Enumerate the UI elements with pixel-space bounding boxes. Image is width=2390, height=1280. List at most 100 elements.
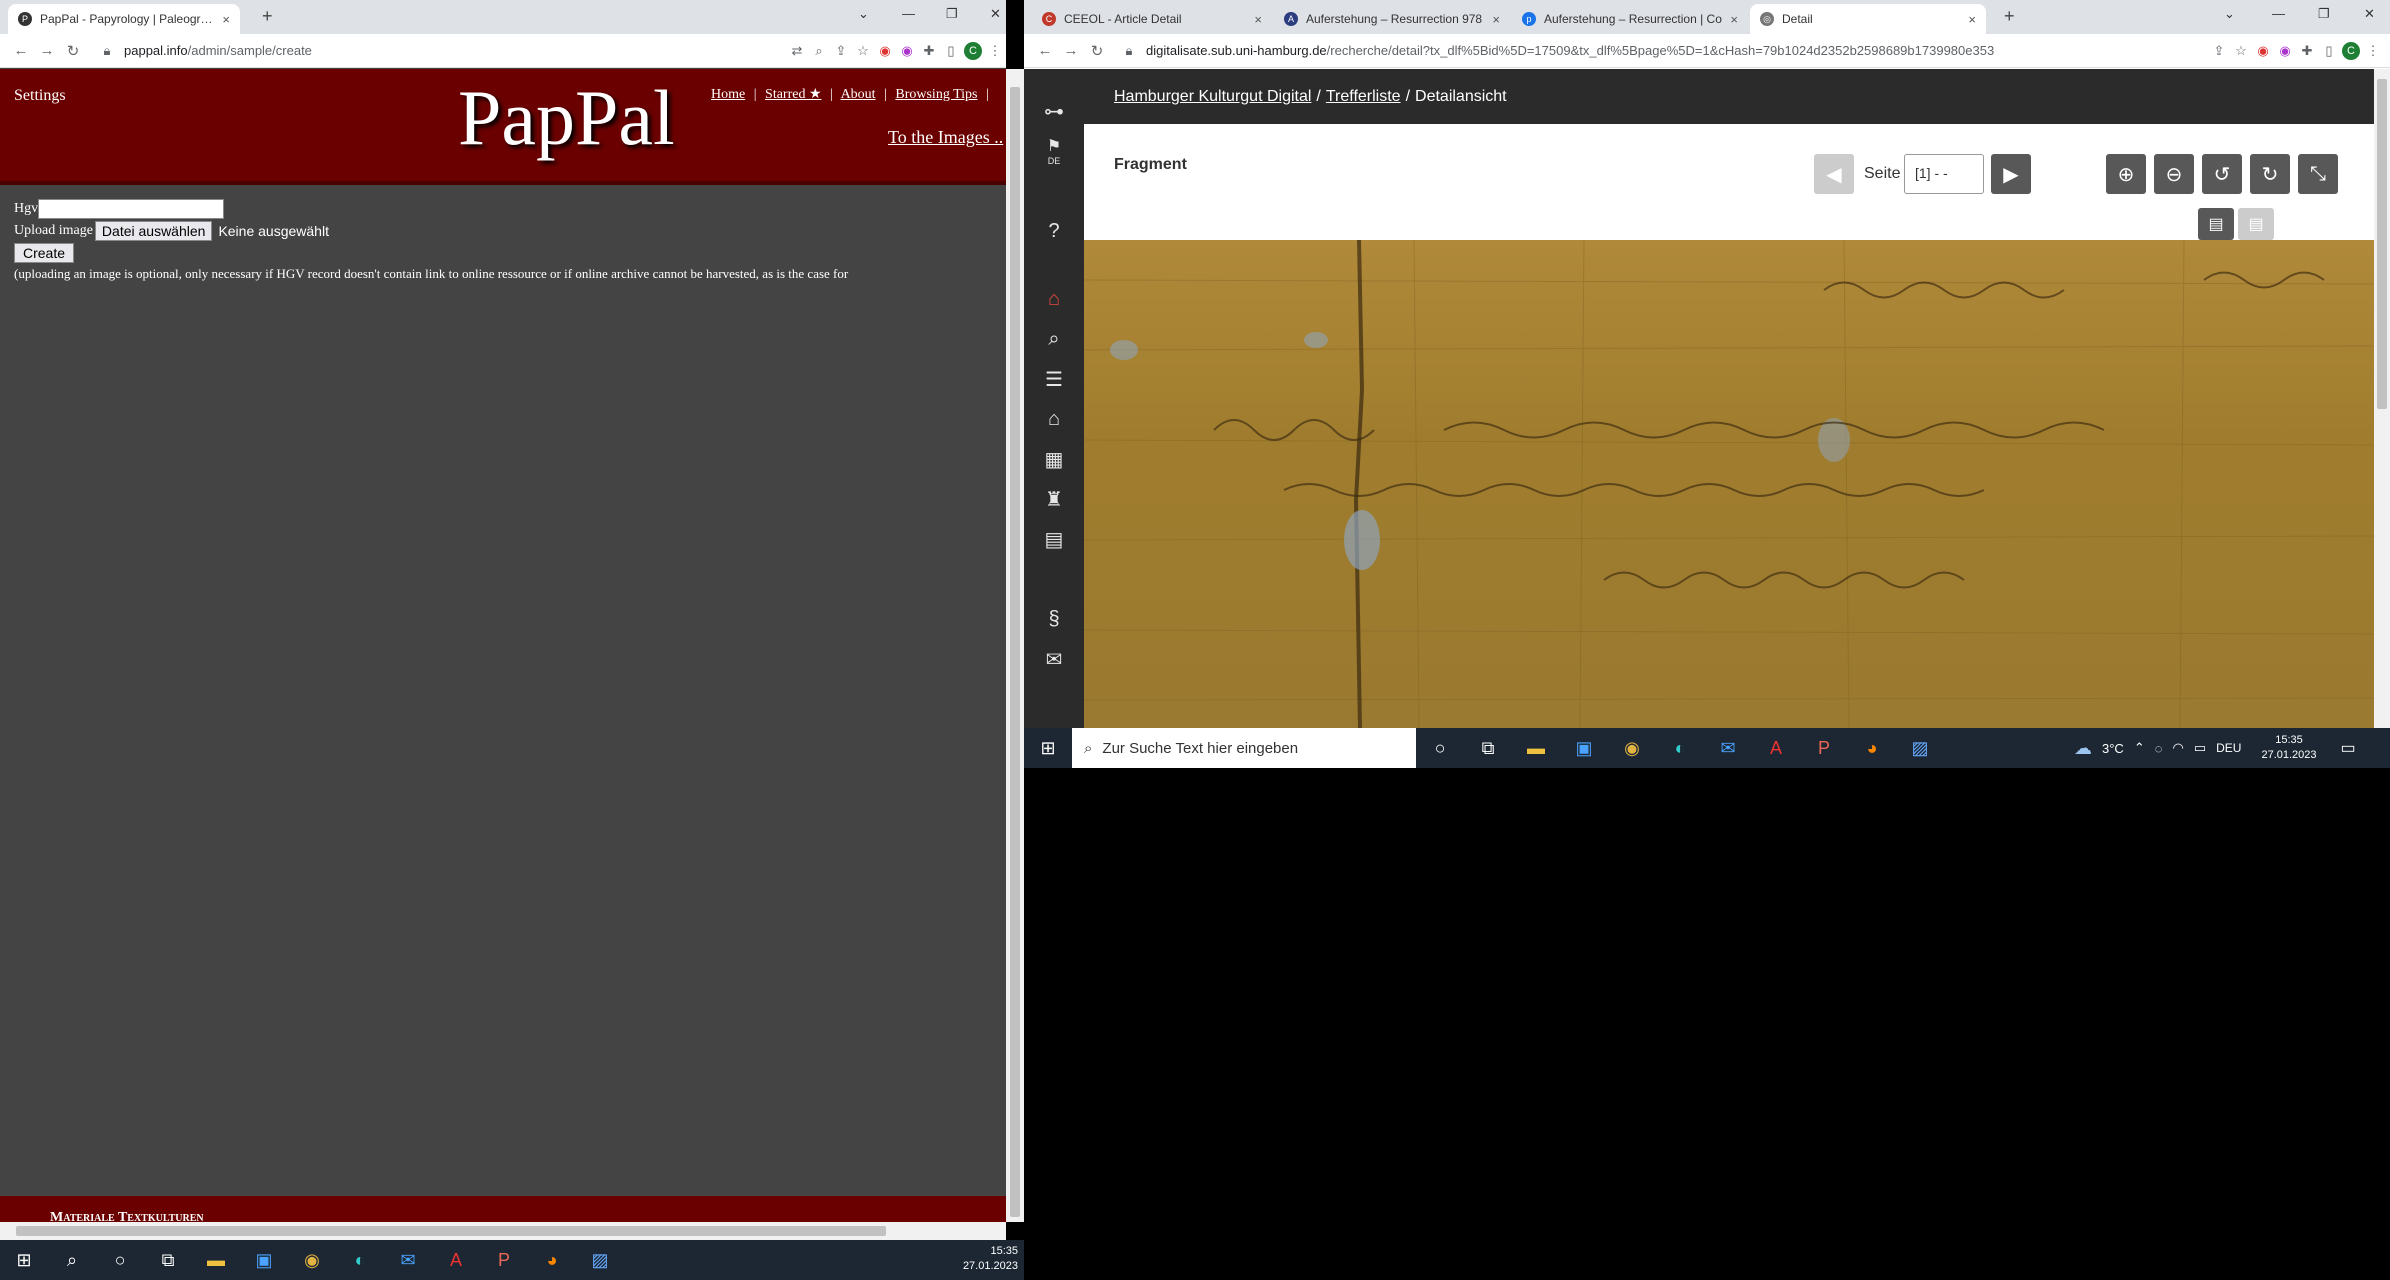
zoom-icon[interactable]: ⌕ bbox=[808, 43, 830, 59]
task-view-icon[interactable]: ⧉ bbox=[1464, 728, 1512, 768]
scroll-thumb[interactable] bbox=[16, 1226, 886, 1236]
chat-icon[interactable]: ☰ bbox=[1024, 359, 1084, 399]
viewer-vscroll-thumb[interactable] bbox=[2377, 79, 2387, 409]
explorer-icon[interactable]: ▬ bbox=[192, 1240, 240, 1280]
paragraph-icon[interactable]: § bbox=[1024, 599, 1084, 639]
url-field[interactable]: pappal.info/admin/sample/create bbox=[124, 43, 312, 58]
back-icon[interactable]: ← bbox=[1032, 42, 1058, 59]
weather-temp[interactable]: 3°C bbox=[2102, 741, 2124, 756]
sitemap-icon[interactable]: ⊶ bbox=[1024, 91, 1084, 131]
profile-avatar[interactable]: C bbox=[962, 41, 984, 60]
tab-auferstehung-1[interactable]: A Auferstehung – Resurrection 978 × bbox=[1274, 4, 1510, 34]
cortana-icon[interactable]: ○ bbox=[96, 1240, 144, 1280]
nav-about[interactable]: About bbox=[841, 87, 876, 102]
chrome-icon[interactable]: ◉ bbox=[288, 1240, 336, 1280]
acrobat-icon[interactable]: A bbox=[432, 1240, 480, 1280]
taskbar-search-box[interactable]: ⌕ Zur Suche Text hier eingeben bbox=[1072, 728, 1416, 768]
sidepanel-icon[interactable]: ▯ bbox=[2318, 43, 2340, 59]
new-tab-button[interactable]: + bbox=[262, 6, 273, 27]
back-icon[interactable]: ← bbox=[8, 42, 34, 59]
pappal-logo[interactable]: PapPal bbox=[458, 73, 675, 163]
tab-search-chevron-icon[interactable]: ⌄ bbox=[858, 6, 869, 22]
create-button[interactable]: Create bbox=[14, 243, 75, 263]
close-window-button[interactable]: ✕ bbox=[2364, 6, 2375, 22]
tab-close-icon[interactable]: × bbox=[1730, 12, 1738, 27]
search-icon[interactable]: ⌕ bbox=[1024, 319, 1084, 359]
tray-chevron-icon[interactable]: ⌃ bbox=[2134, 740, 2145, 756]
url-field[interactable]: digitalisate.sub.uni-hamburg.de/recherch… bbox=[1146, 43, 1994, 58]
menu-icon[interactable]: ⋮ bbox=[2362, 43, 2384, 59]
acrobat-icon[interactable]: A bbox=[1752, 728, 1800, 768]
reload-icon[interactable]: ↻ bbox=[1084, 42, 1110, 60]
share-icon[interactable]: ⇪ bbox=[2208, 43, 2230, 59]
star-icon[interactable]: ☆ bbox=[852, 43, 874, 59]
mail-icon[interactable]: ✉ bbox=[1704, 728, 1752, 768]
prev-page-button[interactable]: ◀ bbox=[1814, 154, 1854, 194]
help-icon[interactable]: ? bbox=[1024, 211, 1084, 251]
tab-close-icon[interactable]: × bbox=[1492, 12, 1500, 27]
photos-icon[interactable]: ▨ bbox=[1896, 728, 1944, 768]
page-select[interactable]: [1] - - bbox=[1904, 154, 1984, 194]
rotate-left-button[interactable]: ↺ bbox=[2202, 154, 2242, 194]
tab-close-icon[interactable]: × bbox=[1968, 12, 1976, 27]
calendar-icon[interactable]: ▤ bbox=[1024, 519, 1084, 559]
vscroll-thumb[interactable] bbox=[1010, 87, 1020, 1217]
notifications-icon[interactable]: ▭ bbox=[2341, 738, 2356, 758]
tab-pappal[interactable]: P PapPal - Papyrology | Paleograph × bbox=[8, 4, 240, 34]
restore-button[interactable]: ❐ bbox=[946, 6, 958, 22]
task-view-icon[interactable]: ⧉ bbox=[144, 1240, 192, 1280]
minimize-button[interactable]: — bbox=[902, 6, 915, 21]
network-icon[interactable]: ◌ bbox=[2155, 741, 2163, 756]
weather-cloud-icon[interactable]: ☁ bbox=[2074, 738, 2092, 759]
settings-link[interactable]: Settings bbox=[14, 87, 66, 105]
papyrus-image[interactable] bbox=[1084, 240, 2374, 728]
left-clock[interactable]: 15:35 27.01.2023 bbox=[963, 1244, 1018, 1274]
start-icon[interactable]: ⊞ bbox=[0, 1240, 48, 1280]
lock-icon[interactable]: 🔒︎ bbox=[1118, 43, 1140, 59]
pdf-download-button[interactable]: ▤ bbox=[2198, 208, 2234, 240]
chrome-icon[interactable]: ◉ bbox=[1608, 728, 1656, 768]
zoom-in-button[interactable]: ⊕ bbox=[2106, 154, 2146, 194]
page-download-button[interactable]: ▤ bbox=[2238, 208, 2274, 240]
grid-icon[interactable]: ▦ bbox=[1024, 439, 1084, 479]
store-icon[interactable]: ▣ bbox=[1560, 728, 1608, 768]
battery-icon[interactable]: ▭ bbox=[2194, 740, 2206, 756]
explorer-icon[interactable]: ▬ bbox=[1512, 728, 1560, 768]
photos-icon[interactable]: ▨ bbox=[576, 1240, 624, 1280]
zoom-out-button[interactable]: ⊖ bbox=[2154, 154, 2194, 194]
castle-icon[interactable]: ♜ bbox=[1024, 479, 1084, 519]
home-icon[interactable]: ⌂ bbox=[1024, 279, 1084, 319]
close-window-button[interactable]: ✕ bbox=[990, 6, 1001, 22]
star-icon[interactable]: ☆ bbox=[2230, 43, 2252, 59]
next-page-button[interactable]: ▶ bbox=[1991, 154, 2031, 194]
share-icon[interactable]: ⇪ bbox=[830, 43, 852, 59]
wifi-icon[interactable]: ◠ bbox=[2172, 740, 2183, 756]
viewer-vscroll[interactable] bbox=[2374, 69, 2390, 728]
extensions-puzzle-icon[interactable]: ✚ bbox=[918, 43, 940, 59]
institution-icon[interactable]: ⌂ bbox=[1024, 399, 1084, 439]
reload-icon[interactable]: ↻ bbox=[60, 42, 86, 60]
lock-icon[interactable]: 🔒︎ bbox=[96, 43, 118, 59]
language-indicator[interactable]: DEU bbox=[2216, 741, 2241, 755]
store-icon[interactable]: ▣ bbox=[240, 1240, 288, 1280]
sidepanel-icon[interactable]: ▯ bbox=[940, 43, 962, 59]
nav-home[interactable]: Home bbox=[711, 87, 745, 102]
forward-icon[interactable]: → bbox=[34, 42, 60, 59]
nav-starred[interactable]: Starred ★ bbox=[765, 87, 821, 102]
powerpoint-icon[interactable]: P bbox=[480, 1240, 528, 1280]
profile-avatar[interactable]: C bbox=[2340, 41, 2362, 60]
tab-ceeol[interactable]: C CEEOL - Article Detail × bbox=[1032, 4, 1272, 34]
mail-icon[interactable]: ✉ bbox=[384, 1240, 432, 1280]
vertical-scrollbar[interactable] bbox=[1006, 69, 1024, 1222]
powerpoint-icon[interactable]: P bbox=[1800, 728, 1848, 768]
edge-icon[interactable]: ◐ bbox=[1656, 728, 1704, 768]
cortana-icon[interactable]: ○ bbox=[1416, 728, 1464, 768]
forward-icon[interactable]: → bbox=[1058, 42, 1084, 59]
start-icon[interactable]: ⊞ bbox=[1024, 728, 1072, 768]
extension-purple-icon[interactable]: ◉ bbox=[2274, 43, 2296, 59]
extension-red-icon[interactable]: ◉ bbox=[2252, 43, 2274, 59]
tab-close-icon[interactable]: × bbox=[1254, 12, 1262, 27]
extension-purple-icon[interactable]: ◉ bbox=[896, 43, 918, 59]
restore-button[interactable]: ❐ bbox=[2318, 6, 2330, 22]
extension-red-icon[interactable]: ◉ bbox=[874, 43, 896, 59]
